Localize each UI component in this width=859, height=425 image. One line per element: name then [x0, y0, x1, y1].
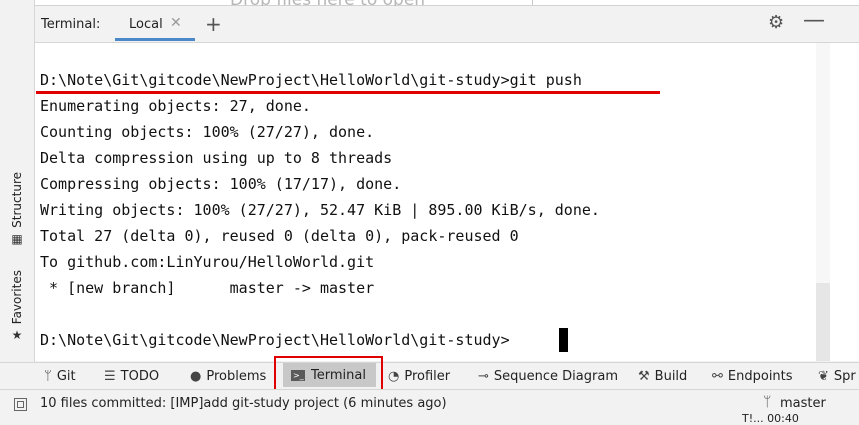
terminal-line: Enumerating objects: 27, done. [40, 97, 311, 115]
taskbar-clock-fragment: T!... 00:40 [742, 412, 799, 425]
terminal-line: Counting objects: 100% (27/27), done. [40, 123, 375, 141]
tool-spring[interactable]: ❦ Spr [818, 363, 856, 390]
todo-list-icon: ☰ [104, 369, 116, 384]
sequence-diagram-icon: ⊸ [478, 369, 489, 384]
tab-local[interactable]: Local ✕ [115, 6, 195, 41]
profiler-icon: ◔ [388, 369, 400, 384]
tool-endpoints[interactable]: ⚯ Endpoints [712, 363, 793, 390]
command-highlight-underline [36, 91, 660, 94]
terminal-title: Terminal: [41, 17, 101, 32]
tool-endpoints-label: Endpoints [727, 369, 793, 384]
favorites-tool-tab[interactable]: Favorites ★ [4, 270, 30, 342]
structure-tool-tab[interactable]: Structure ▦ [4, 172, 30, 246]
favorites-tab-label: Favorites [10, 270, 24, 325]
left-tool-strip: Structure ▦ Favorites ★ [0, 0, 35, 362]
build-hammer-icon: ⚒ [638, 369, 650, 384]
status-bar: 10 files committed: [IMP]add git-study p… [0, 389, 859, 425]
terminal-icon: >_ [291, 369, 305, 381]
tool-build[interactable]: ⚒ Build [638, 363, 687, 390]
terminal-cursor [559, 328, 568, 352]
star-icon: ★ [11, 328, 23, 343]
terminal-header: Terminal: Local ✕ + ⚙ — [35, 6, 859, 43]
active-tab-indicator [115, 38, 195, 41]
terminal-prompt-line: D:\Note\Git\gitcode\NewProject\HelloWorl… [40, 331, 510, 349]
terminal-line: D:\Note\Git\gitcode\NewProject\HelloWorl… [40, 71, 582, 89]
structure-icon: ▦ [11, 231, 23, 246]
tool-todo[interactable]: ☰ TODO [104, 363, 159, 390]
scrollbar-thumb[interactable] [816, 283, 830, 361]
tool-sequence-diagram-label: Sequence Diagram [493, 369, 618, 384]
terminal-line: Writing objects: 100% (27/27), 52.47 KiB… [40, 201, 600, 219]
tool-terminal-label: Terminal [311, 367, 366, 383]
tool-window-bar: ᛘ Git ☰ TODO ● Problems ◔ Profiler ⊸ Seq… [0, 362, 859, 390]
tool-terminal[interactable]: >_ Terminal [283, 363, 376, 387]
tool-todo-label: TODO [120, 369, 160, 384]
structure-tab-label: Structure [10, 172, 24, 228]
tool-profiler-label: Profiler [404, 369, 451, 384]
minimize-icon[interactable]: — [803, 8, 825, 33]
git-branch-icon: ᛘ [763, 394, 772, 410]
gear-icon[interactable]: ⚙ [768, 12, 784, 33]
problems-icon: ● [190, 369, 202, 384]
terminal-line: Compressing objects: 100% (17/17), done. [40, 175, 402, 193]
add-tab-icon[interactable]: + [205, 12, 222, 36]
tool-build-label: Build [654, 369, 688, 384]
terminal-line: Total 27 (delta 0), reused 0 (delta 0), … [40, 227, 519, 245]
git-branch-widget[interactable]: master [780, 396, 826, 411]
editor-splitter [532, 0, 533, 5]
git-branch-icon: ᛘ [44, 369, 52, 384]
endpoints-icon: ⚯ [712, 369, 723, 384]
tool-profiler[interactable]: ◔ Profiler [388, 363, 450, 390]
close-icon[interactable]: ✕ [170, 15, 182, 31]
tool-spring-label: Spr [833, 369, 856, 384]
tool-windows-toggle-icon[interactable] [14, 398, 27, 411]
tab-local-label: Local [129, 17, 163, 32]
tool-git-label: Git [56, 369, 76, 384]
status-message[interactable]: 10 files committed: [IMP]add git-study p… [40, 396, 447, 411]
tool-sequence-diagram[interactable]: ⊸ Sequence Diagram [478, 363, 618, 390]
tool-problems-label: Problems [206, 369, 267, 384]
tool-git[interactable]: ᛘ Git [44, 363, 76, 390]
terminal-line: Delta compression using up to 8 threads [40, 149, 393, 167]
terminal-line: * [new branch] master -> master [40, 279, 375, 297]
terminal-line: To github.com:LinYurou/HelloWorld.git [40, 253, 375, 271]
spring-leaf-icon: ❦ [818, 369, 829, 384]
tool-problems[interactable]: ● Problems [190, 363, 266, 390]
right-gutter [830, 43, 859, 361]
